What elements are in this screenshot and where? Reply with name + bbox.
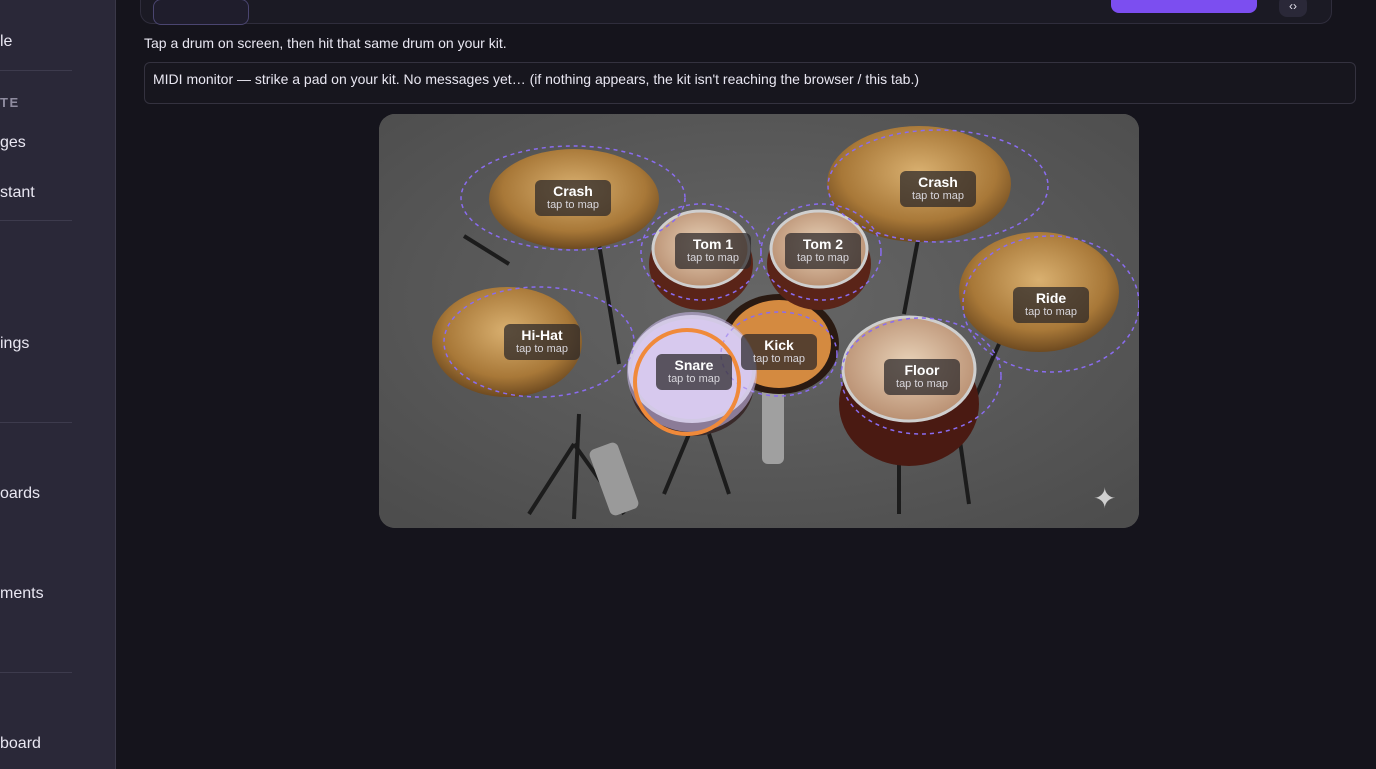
- pad-name: Crash: [553, 183, 593, 199]
- pad-hint: tap to map: [912, 190, 964, 202]
- pad-name: Kick: [764, 337, 794, 353]
- pad-name: Tom 1: [692, 236, 734, 252]
- pad-name: Ride: [1035, 290, 1067, 306]
- pad-name: Tom 2: [802, 236, 844, 252]
- pad-label-floor[interactable]: Floor tap to map: [884, 359, 960, 395]
- pad-label-ride[interactable]: Ride tap to map: [1013, 287, 1089, 323]
- pad-label-tom-1[interactable]: Tom 1 tap to map: [675, 233, 751, 269]
- pad-hint: tap to map: [797, 252, 849, 264]
- sidebar-divider: [0, 220, 72, 221]
- code-icon: ‹›: [1289, 0, 1297, 13]
- pad-label-crash-left[interactable]: Crash tap to map: [535, 180, 611, 216]
- pad-hint: tap to map: [547, 199, 599, 211]
- pad-label-hi-hat[interactable]: Hi-Hat tap to map: [504, 324, 580, 360]
- sidebar-divider: [0, 70, 72, 71]
- settings-icon-button[interactable]: ‹›: [1279, 0, 1307, 17]
- pad-name: Hi-Hat: [521, 327, 563, 343]
- pad-name: Floor: [904, 362, 940, 378]
- sidebar-divider: [0, 672, 72, 673]
- sidebar-divider: [0, 422, 72, 423]
- pad-hint: tap to map: [668, 373, 720, 385]
- sidebar-item-messages[interactable]: ges: [0, 134, 26, 152]
- pad-hint: tap to map: [516, 343, 568, 355]
- sidebar: le TE ges stant ings oards ments board: [0, 0, 116, 769]
- pad-label-snare[interactable]: Snare tap to map: [656, 354, 732, 390]
- drum-kit-map: Crash tap to map Crash tap to map Tom 1 …: [379, 114, 1139, 528]
- sidebar-section-label: TE: [0, 95, 20, 110]
- primary-button[interactable]: [1111, 0, 1257, 13]
- pad-hint: tap to map: [753, 353, 805, 365]
- sidebar-item-instruments[interactable]: ments: [0, 585, 44, 603]
- sidebar-item-dashboard[interactable]: board: [0, 735, 41, 753]
- pad-name: Crash: [918, 174, 958, 190]
- sidebar-item-settings[interactable]: ings: [0, 335, 29, 353]
- sidebar-item-assistant[interactable]: stant: [0, 184, 35, 202]
- midi-monitor: MIDI monitor — strike a pad on your kit.…: [144, 62, 1356, 104]
- pad-label-crash-right[interactable]: Crash tap to map: [900, 171, 976, 207]
- pad-label-kick[interactable]: Kick tap to map: [741, 334, 817, 370]
- secondary-button[interactable]: [153, 0, 249, 25]
- toolbar: ‹›: [140, 0, 1332, 25]
- sidebar-item-profile[interactable]: le: [0, 33, 12, 51]
- pad-name: Snare: [674, 357, 714, 373]
- pad-label-tom-2[interactable]: Tom 2 tap to map: [785, 233, 861, 269]
- pad-hint: tap to map: [896, 378, 948, 390]
- pad-hint: tap to map: [687, 252, 739, 264]
- instruction-text: Tap a drum on screen, then hit that same…: [144, 35, 507, 51]
- sidebar-item-keyboards[interactable]: oards: [0, 485, 40, 503]
- pad-hint: tap to map: [1025, 306, 1077, 318]
- sparkle-icon: ✦: [1093, 483, 1117, 514]
